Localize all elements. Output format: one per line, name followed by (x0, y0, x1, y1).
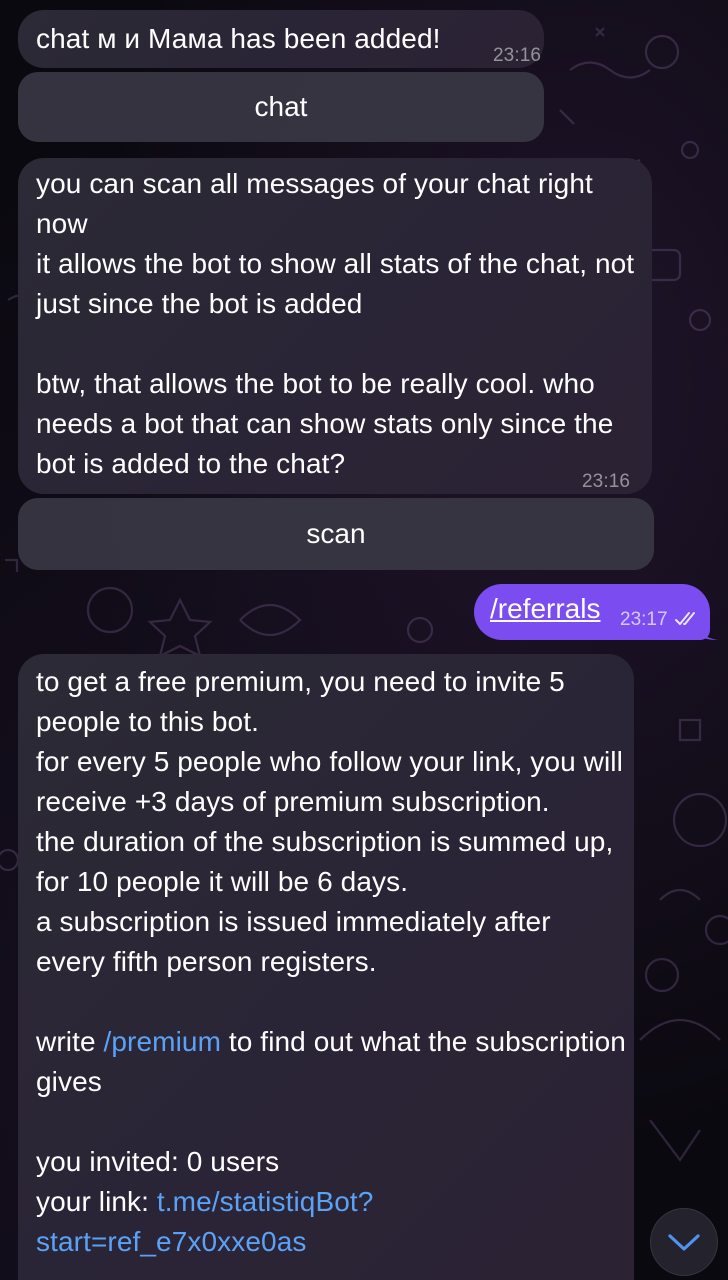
chevron-down-icon (666, 1231, 702, 1253)
message-referral-info: to get a free premium, you need to invit… (18, 654, 634, 1280)
message-scan-info: you can scan all messages of your chat r… (18, 158, 652, 494)
outgoing-bubble-tail (700, 626, 720, 640)
referral-link[interactable]: t.me/statistiqBot? (157, 1186, 374, 1217)
message-text: you can scan all messages of your chat r… (36, 168, 635, 479)
referral-link-continuation[interactable]: start=ref_e7x0xxe0as (36, 1222, 626, 1262)
referrals-command-link[interactable]: /referrals (490, 593, 600, 625)
double-check-icon (674, 610, 700, 628)
message-chat-added: chat м и Мама has been added! 23:16 (18, 10, 544, 68)
chat-button-label: chat (254, 91, 308, 122)
referral-rules-text: to get a free premium, you need to invit… (36, 666, 623, 977)
scan-inline-button[interactable]: scan (18, 498, 654, 570)
message-time: 23:17 (620, 609, 668, 630)
write-prefix: write (36, 1026, 104, 1057)
invited-count: you invited: 0 users (36, 1146, 280, 1177)
scroll-down-button[interactable] (650, 1208, 718, 1276)
premium-command-link[interactable]: /premium (104, 1026, 222, 1057)
message-outgoing-referrals: /referrals 23:17 (474, 584, 710, 640)
premium-hint-line: write /premium to find out what the subs… (36, 1022, 626, 1102)
message-text: chat м и Мама has been added! (36, 23, 441, 54)
your-link-label: your link: (36, 1186, 157, 1217)
message-body: to get a free premium, you need to invit… (36, 662, 626, 1262)
message-time: 23:16 (493, 45, 542, 66)
chat-inline-button[interactable]: chat (18, 72, 544, 142)
scan-button-label: scan (306, 518, 366, 549)
message-time: 23:16 (582, 471, 631, 492)
your-link-line: your link: t.me/statistiqBot? (36, 1182, 626, 1222)
